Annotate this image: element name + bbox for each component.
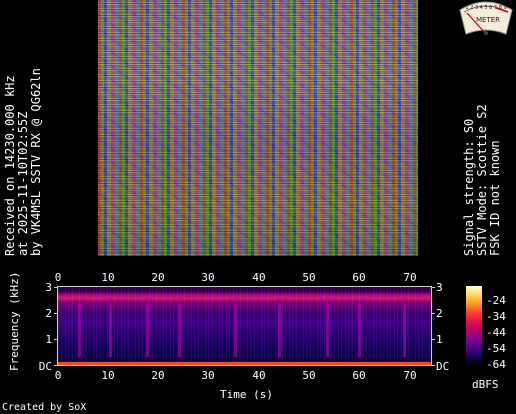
colorbar-label: -54 <box>486 342 506 355</box>
x-tick-top: 60 <box>352 271 366 284</box>
reception-caption: Received on 14230.000 kHz at 2025-11-10T… <box>3 68 43 256</box>
x-tick-top: 70 <box>403 271 417 284</box>
y-tick-right: 2 <box>436 307 443 320</box>
x-tick-top: 40 <box>252 271 266 284</box>
spectrogram-plot <box>57 286 432 366</box>
y-tick-left: 1 <box>45 333 52 346</box>
caption-fsk-id: FSK ID not known <box>488 140 502 256</box>
x-tick-bottom: 30 <box>201 369 215 382</box>
y-tick-right: DC <box>436 360 450 373</box>
colorbar-label: -44 <box>486 326 506 339</box>
colorbar-label: -24 <box>486 294 506 307</box>
x-axis-title: Time (s) <box>220 388 273 401</box>
colorbar-unit: dBFS <box>472 378 499 391</box>
x-tick-bottom: 60 <box>352 369 366 382</box>
colorbar-scale <box>466 286 482 366</box>
colorbar-label: -64 <box>486 358 506 371</box>
y-tick-left: 2 <box>45 307 52 320</box>
x-tick-bottom: 20 <box>151 369 165 382</box>
x-tick-top: 0 <box>54 271 62 284</box>
x-tick-bottom: 70 <box>403 369 417 382</box>
sstv-received-image <box>98 0 418 256</box>
y-tick-left: 3 <box>45 281 52 294</box>
x-tick-top: 50 <box>302 271 316 284</box>
credit-text: Created by SoX <box>2 402 87 413</box>
s-meter-icon: 1 2 3 4 5 6 7 8 9 METER <box>459 1 513 35</box>
x-tick-bottom: 10 <box>101 369 115 382</box>
y-tick-right: 3 <box>436 281 443 294</box>
y-tick-right: 1 <box>436 333 443 346</box>
y-axis-title: Frequency (kHz) <box>8 271 21 371</box>
x-tick-bottom: 50 <box>302 369 316 382</box>
x-tick-bottom: 40 <box>252 369 266 382</box>
y-tick-left: DC <box>38 360 52 373</box>
colorbar-label: -34 <box>486 310 506 323</box>
x-tick-top: 10 <box>101 271 115 284</box>
signal-caption: Signal strength: S0 SSTV Mode: Scottie S… <box>462 104 502 256</box>
caption-receiver: by VK4MSL SSTV RX @ QG62ln <box>29 68 43 256</box>
x-tick-top: 20 <box>151 271 165 284</box>
x-tick-bottom: 0 <box>54 369 62 382</box>
meter-scale: 1 2 3 4 5 6 7 8 9 <box>465 5 506 11</box>
x-tick-top: 30 <box>201 271 215 284</box>
meter-label: METER <box>476 16 500 24</box>
